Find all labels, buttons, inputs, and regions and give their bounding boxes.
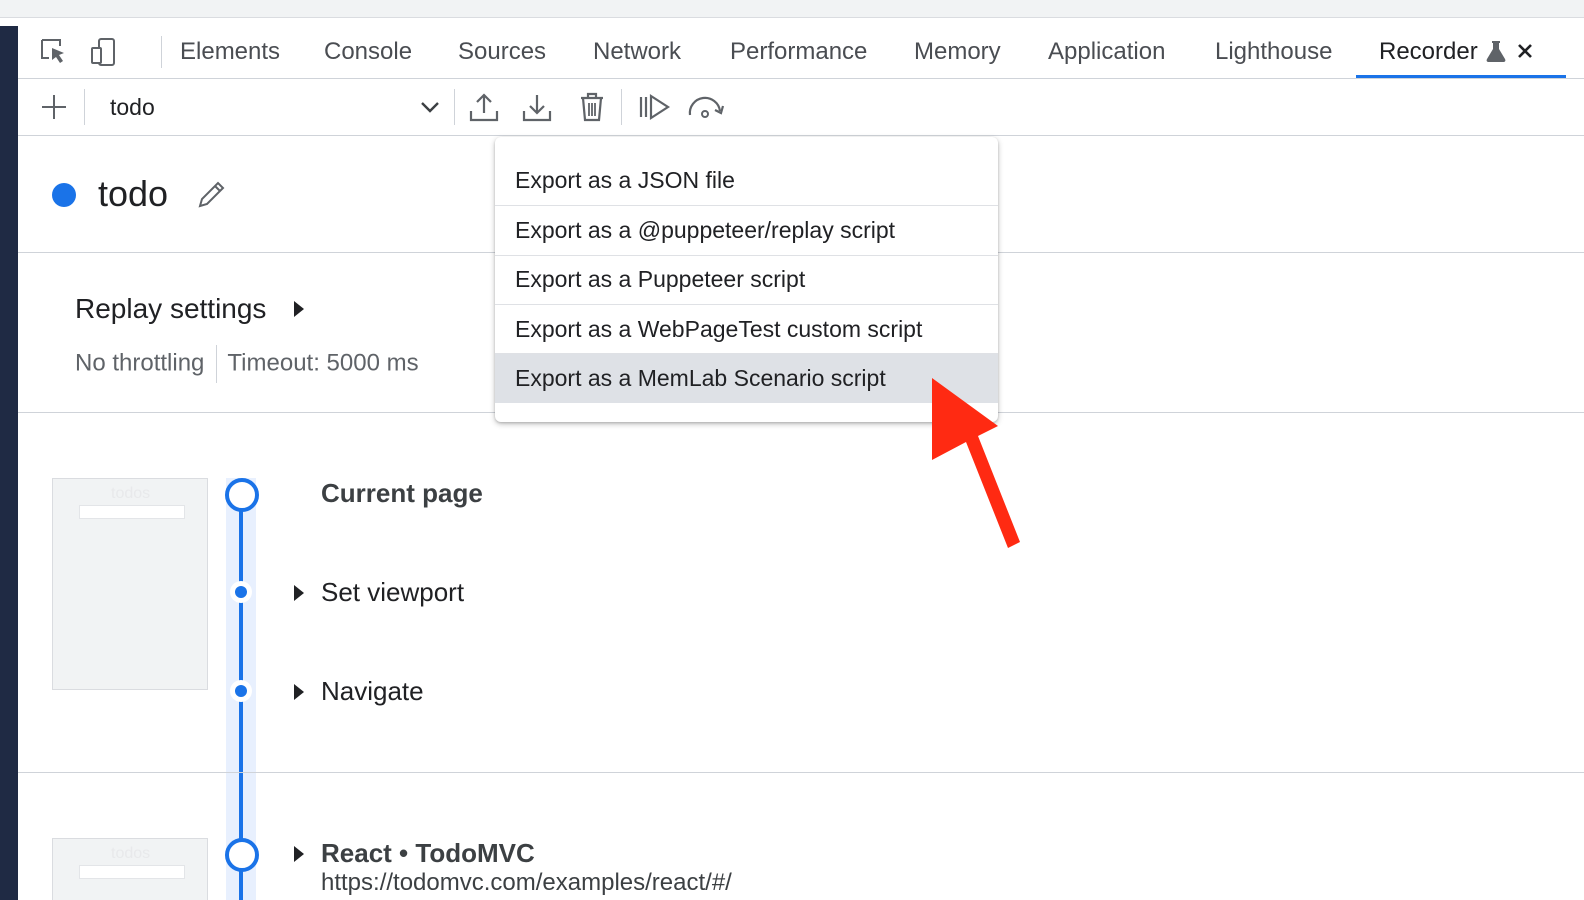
recorder-toolbar: todo: [18, 79, 1584, 136]
menu-item-export-webpagetest[interactable]: Export as a WebPageTest custom script: [495, 305, 998, 354]
tab-recorder[interactable]: Recorder: [1379, 26, 1478, 78]
delete-icon[interactable]: [576, 91, 608, 123]
tab-application[interactable]: Application: [1048, 26, 1165, 78]
devtools-tab-bar: Elements Console Sources Network Perform…: [18, 26, 1584, 79]
summary-separator: [216, 345, 218, 383]
tab-performance[interactable]: Performance: [730, 26, 867, 78]
replay-settings-summary: No throttling Timeout: 5000 ms: [75, 345, 419, 383]
expand-triangle-icon[interactable]: [292, 682, 306, 702]
add-icon[interactable]: [38, 91, 70, 123]
recording-title[interactable]: todo: [98, 172, 168, 216]
toolbar-separator: [84, 89, 85, 125]
replay-settings-title[interactable]: Replay settings: [75, 291, 266, 327]
replay-icon[interactable]: [638, 91, 672, 123]
step-set-viewport[interactable]: Set viewport: [321, 576, 464, 608]
section-url: https://todomvc.com/examples/react/#/: [321, 869, 732, 896]
timeline-line: [239, 773, 243, 900]
timeout-value: Timeout: 5000 ms: [227, 349, 419, 377]
tab-elements[interactable]: Elements: [180, 26, 280, 78]
thumbnail-word: todos: [111, 845, 151, 862]
page-thumbnail: todos: [52, 478, 208, 690]
tab-console[interactable]: Console: [324, 26, 412, 78]
experiment-flask-icon: [1486, 41, 1506, 62]
recording-status-dot: [52, 183, 76, 207]
menu-item-export-puppeteer[interactable]: Export as a Puppeteer script: [495, 255, 998, 304]
tab-sources[interactable]: Sources: [458, 26, 546, 78]
active-tab-indicator: [1356, 75, 1566, 78]
edit-icon[interactable]: [196, 178, 228, 210]
expand-triangle-icon[interactable]: [292, 583, 306, 603]
menu-item-export-puppeteer-replay[interactable]: Export as a @puppeteer/replay script: [495, 206, 998, 255]
section-title[interactable]: React • TodoMVC: [321, 837, 535, 869]
expand-triangle-icon[interactable]: [292, 844, 306, 864]
close-icon[interactable]: [1516, 42, 1534, 60]
timeline-section-node: [225, 478, 259, 512]
timeline-section-node: [225, 838, 259, 872]
replay-slow-icon[interactable]: [686, 91, 728, 123]
annotation-arrow-icon: [932, 378, 1020, 548]
thumbnail-input: [79, 505, 185, 519]
thumbnail-input: [79, 865, 185, 879]
chevron-down-icon[interactable]: [414, 91, 446, 123]
menu-item-export-json[interactable]: Export as a JSON file: [495, 156, 998, 205]
toolbar-separator: [621, 89, 622, 125]
recording-select[interactable]: todo: [110, 79, 155, 135]
expand-triangle-icon[interactable]: [292, 299, 306, 319]
section-title[interactable]: Current page: [321, 477, 483, 509]
inspect-element-icon[interactable]: [38, 36, 70, 68]
step-navigate[interactable]: Navigate: [321, 675, 424, 707]
export-icon[interactable]: [468, 91, 500, 123]
timeline-step-node: [230, 581, 252, 603]
tab-network[interactable]: Network: [593, 26, 681, 78]
page-left-edge: [0, 26, 18, 900]
timeline-step-node: [230, 680, 252, 702]
throttling-value: No throttling: [75, 349, 205, 377]
toolbar-separator: [454, 89, 455, 125]
thumbnail-word: todos: [111, 485, 151, 502]
tab-lighthouse[interactable]: Lighthouse: [1215, 26, 1332, 78]
device-toolbar-icon[interactable]: [88, 36, 120, 68]
browser-top-strip: [0, 0, 1584, 18]
timeline-line: [239, 496, 243, 772]
tab-memory[interactable]: Memory: [914, 26, 1001, 78]
tab-bar-separator: [161, 36, 162, 68]
import-icon[interactable]: [521, 91, 553, 123]
page-thumbnail: todos: [52, 838, 208, 900]
